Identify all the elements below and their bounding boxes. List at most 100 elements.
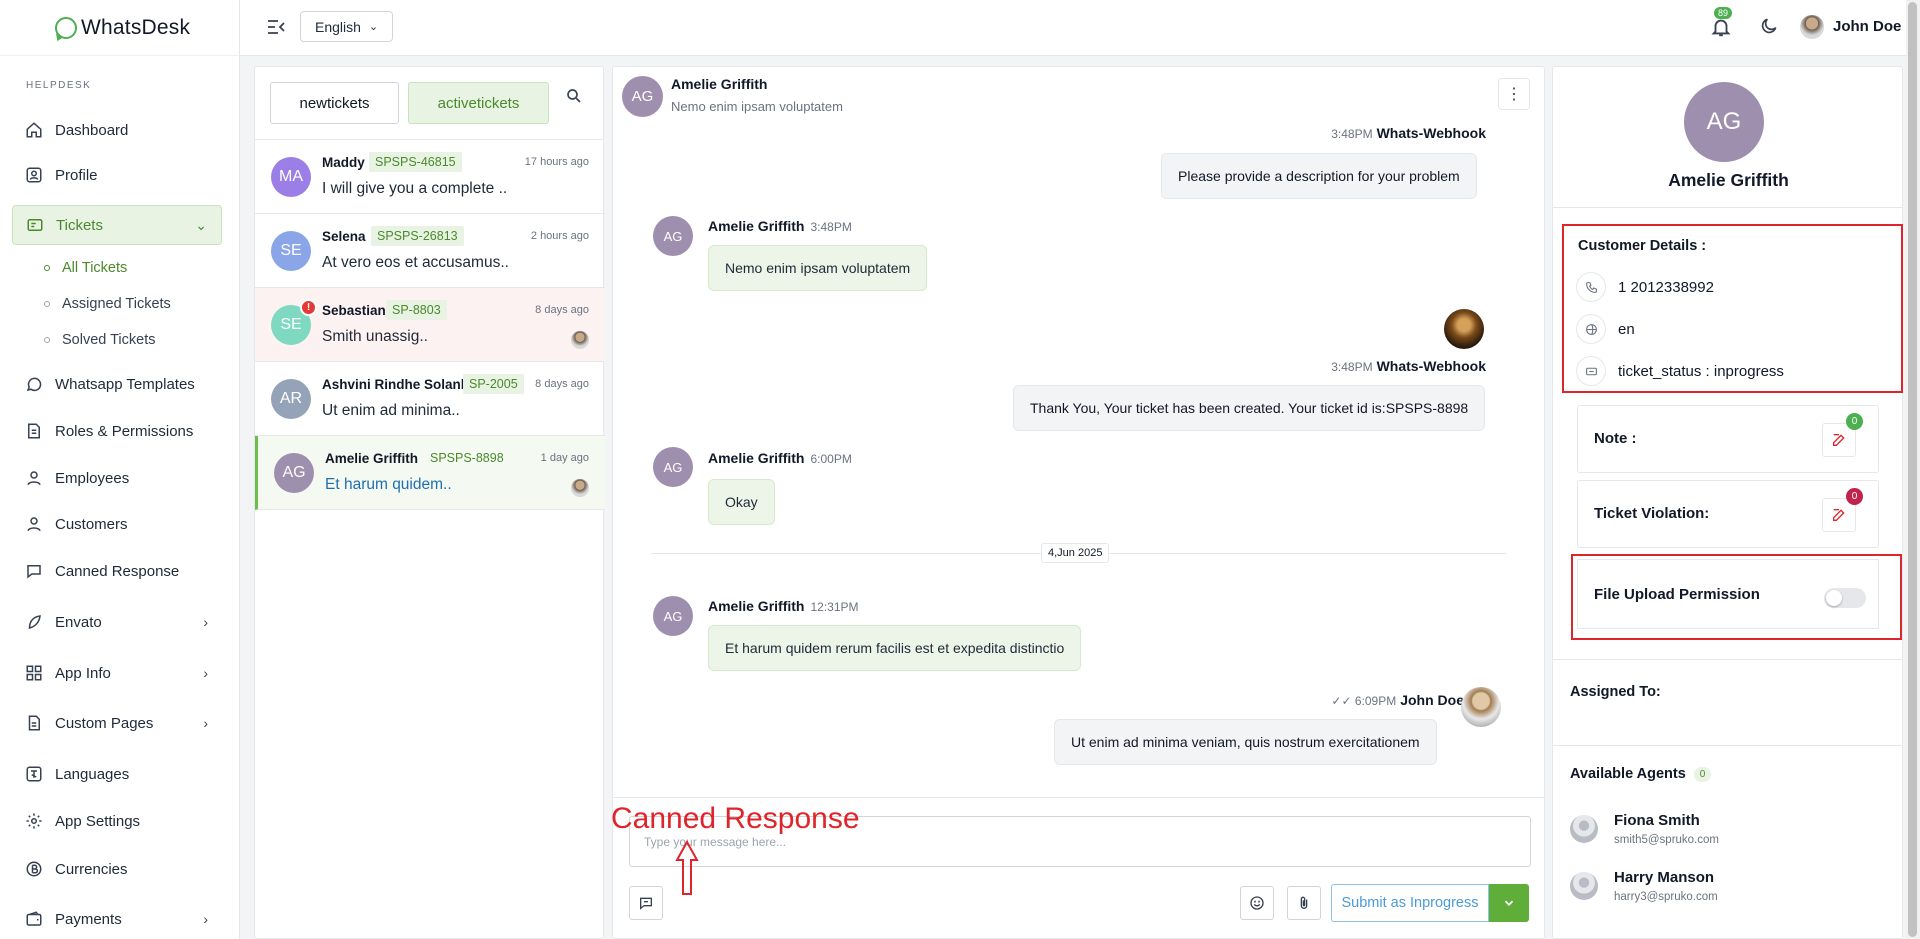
submit-options-button[interactable] <box>1489 884 1529 922</box>
ticket-row[interactable]: AR Ashvini Rindhe Solank.. SP-2005 8 day… <box>255 362 605 436</box>
canned-response-button[interactable] <box>629 886 663 920</box>
scrollbar-thumb[interactable] <box>1908 2 1917 937</box>
ticket-avatar: MA <box>271 157 311 197</box>
ticket-row[interactable]: MA Maddy SPSPS-46815 17 hours ago I will… <box>255 140 605 214</box>
violation-label: Ticket Violation: <box>1594 505 1710 522</box>
user-icon <box>25 469 43 487</box>
sidebar-subitem-label: All Tickets <box>62 260 128 276</box>
ticket-time: 8 days ago <box>535 304 589 316</box>
sidebar-item-app-info[interactable]: App Info › <box>12 653 222 693</box>
message-sender: John Doe <box>1400 692 1464 708</box>
sidebar-subitem-all-tickets[interactable]: All Tickets <box>44 260 127 276</box>
chat-customer-subtitle: Nemo enim ipsam voluptatem <box>671 99 843 114</box>
attach-button[interactable] <box>1287 886 1321 920</box>
grid-icon <box>25 664 43 682</box>
language-select[interactable]: English ⌄ <box>300 11 394 42</box>
agent-name: Harry Manson <box>1614 869 1715 886</box>
sidebar-item-label: Whatsapp Templates <box>55 375 195 393</box>
ticket-row[interactable]: SE Selena SPSPS-26813 2 hours ago At ver… <box>255 214 605 288</box>
divider <box>1553 659 1902 660</box>
sidebar-item-envato[interactable]: Envato › <box>12 602 222 642</box>
emoji-icon <box>1250 896 1264 910</box>
ticket-customer-name: Maddy <box>322 155 365 170</box>
arrow-up-annotation-icon <box>675 840 699 895</box>
message-time: 3:48PM <box>810 220 852 234</box>
bell-icon[interactable] <box>1710 16 1732 38</box>
customer-phone: 1 2012338992 <box>1576 272 1714 302</box>
agent-avatar <box>1570 872 1598 900</box>
sidebar-item-currencies[interactable]: Currencies <box>12 849 222 889</box>
user-name[interactable]: John Doe <box>1833 18 1901 35</box>
agent-name: Fiona Smith <box>1614 812 1700 829</box>
sidebar-item-languages[interactable]: Languages <box>12 754 222 794</box>
sidebar-item-roles-permissions[interactable]: Roles & Permissions <box>12 411 222 451</box>
brand-logo[interactable]: WhatsDesk <box>0 0 239 56</box>
file-upload-toggle[interactable] <box>1824 588 1866 608</box>
menu-toggle-icon[interactable] <box>266 18 286 36</box>
canned-response-annotation: Canned Response <box>611 802 860 835</box>
sidebar-item-profile[interactable]: Profile <box>12 155 222 195</box>
message-sender: Amelie Griffith 12:31PM <box>708 598 859 614</box>
sidebar-item-custom-pages[interactable]: Custom Pages › <box>12 703 222 743</box>
leaf-icon <box>25 613 43 631</box>
ticket-row[interactable]: AG Amelie Griffith SPSPS-8898 1 day ago … <box>255 436 605 510</box>
date-label: 4,Jun 2025 <box>1041 543 1110 563</box>
tab-active-tickets[interactable]: activetickets <box>408 82 549 124</box>
agent-avatar <box>1461 687 1501 727</box>
ticket-customer-name: Sebastian <box>322 303 386 318</box>
sidebar-item-payments[interactable]: Payments › <box>12 899 222 939</box>
sidebar-subitem-solved-tickets[interactable]: Solved Tickets <box>44 332 156 348</box>
sidebar-item-label: Payments <box>55 910 122 928</box>
submit-inprogress-button[interactable]: Submit as Inprogress <box>1331 884 1489 922</box>
home-icon <box>25 121 43 139</box>
emoji-button[interactable] <box>1240 886 1274 920</box>
sidebar-subitem-assigned-tickets[interactable]: Assigned Tickets <box>44 296 171 312</box>
sidebar-item-whatsapp-templates[interactable]: Whatsapp Templates <box>12 364 222 404</box>
sidebar-item-canned-response[interactable]: Canned Response <box>12 551 222 591</box>
chat-panel: AG Amelie Griffith Nemo enim ipsam volup… <box>611 66 1545 939</box>
user-avatar[interactable] <box>1800 15 1824 39</box>
sidebar-item-customers[interactable]: Customers <box>12 504 222 544</box>
ticket-id-badge: SPSPS-26813 <box>371 226 464 246</box>
chevron-down-icon: ⌄ <box>195 216 207 233</box>
sidebar-item-tickets[interactable]: Tickets ⌄ <box>12 205 222 245</box>
sidebar-item-dashboard[interactable]: Dashboard <box>12 110 222 150</box>
message-meta: ✓✓ 6:09PM John Doe <box>1331 692 1464 708</box>
paperclip-icon <box>1300 896 1308 909</box>
moon-icon[interactable] <box>1759 16 1779 36</box>
ticket-preview: At vero eos et accusamus.. <box>322 254 509 271</box>
note-icon <box>1833 434 1845 446</box>
ticket-row[interactable]: SE ! Sebastian SP-8803 8 days ago Smith … <box>255 288 605 362</box>
message-sender: Whats-Webhook <box>1376 125 1486 141</box>
bullet-icon <box>44 301 50 307</box>
sidebar-item-employees[interactable]: Employees <box>12 458 222 498</box>
chat-customer-name: Amelie Griffith <box>671 76 768 92</box>
ticket-id-badge: SP-2005 <box>463 374 524 394</box>
sidebar-subitem-label: Solved Tickets <box>62 332 156 348</box>
search-icon[interactable] <box>565 87 583 105</box>
tab-new-tickets[interactable]: newtickets <box>270 82 399 124</box>
customer-details-title: Customer Details : <box>1578 238 1707 254</box>
chevron-right-icon: › <box>203 614 208 630</box>
file-upload-label: File Upload Permission <box>1594 586 1760 603</box>
ticket-id-badge: SPSPS-8898 <box>430 451 504 465</box>
topbar: English ⌄ 89 John Doe <box>240 0 1920 56</box>
ticket-customer-name: Selena <box>322 229 366 244</box>
chevron-right-icon: › <box>203 715 208 731</box>
double-check-icon: ✓✓ <box>1331 694 1352 708</box>
assignee-avatar <box>571 331 589 349</box>
bullet-icon <box>44 337 50 343</box>
message-bubble-incoming: Et harum quidem rerum facilis est et exp… <box>708 625 1082 671</box>
page-icon <box>25 714 43 732</box>
message-bubble-outgoing: Thank You, Your ticket has been created.… <box>1013 385 1486 431</box>
sidebar-item-label: App Settings <box>55 812 141 830</box>
violation-card: Ticket Violation: 0 <box>1577 480 1879 548</box>
violation-count-badge: 0 <box>1846 488 1863 505</box>
note-icon <box>1833 509 1845 521</box>
more-options-icon[interactable]: ⋮ <box>1498 78 1530 110</box>
page-scrollbar[interactable] <box>1906 0 1920 939</box>
file-upload-highlight: File Upload Permission <box>1571 554 1902 640</box>
sidebar-item-label: Canned Response <box>55 562 180 580</box>
customer-language: en <box>1576 314 1635 344</box>
sidebar-item-app-settings[interactable]: App Settings <box>12 801 222 841</box>
